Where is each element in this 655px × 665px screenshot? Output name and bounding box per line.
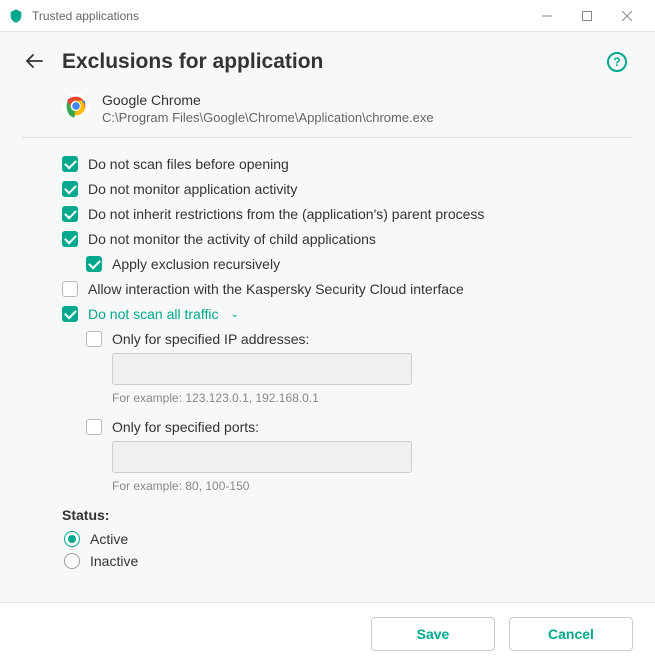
- application-path: C:\Program Files\Google\Chrome\Applicati…: [102, 110, 434, 125]
- option-label: Do not scan all traffic: [88, 306, 218, 322]
- chevron-down-icon: ⌄: [230, 309, 238, 320]
- help-icon[interactable]: ?: [607, 52, 627, 72]
- close-button[interactable]: [607, 2, 647, 30]
- minimize-button[interactable]: [527, 2, 567, 30]
- ports-input[interactable]: [112, 441, 412, 473]
- radio-icon: [64, 553, 80, 569]
- checkbox-icon: [62, 281, 78, 297]
- radio-label: Inactive: [90, 553, 138, 569]
- window-title: Trusted applications: [32, 9, 527, 23]
- checkbox-icon: [62, 206, 78, 222]
- option-ip-addresses[interactable]: Only for specified IP addresses:: [86, 331, 633, 347]
- checkbox-icon: [62, 181, 78, 197]
- save-button[interactable]: Save: [371, 617, 495, 651]
- back-arrow-icon[interactable]: [22, 51, 46, 74]
- option-label: Do not monitor application activity: [88, 181, 297, 197]
- traffic-ports-block: Only for specified ports: For example: 8…: [86, 419, 633, 493]
- radio-label: Active: [90, 531, 128, 547]
- application-info: Google Chrome C:\Program Files\Google\Ch…: [102, 92, 434, 125]
- content-area: Exclusions for application ? Google Chro…: [0, 32, 655, 602]
- option-inherit-restrictions[interactable]: Do not inherit restrictions from the (ap…: [62, 206, 633, 222]
- option-ports[interactable]: Only for specified ports:: [86, 419, 633, 435]
- option-monitor-child[interactable]: Do not monitor the activity of child app…: [62, 231, 633, 247]
- option-label: Only for specified ports:: [112, 419, 259, 435]
- option-label: Only for specified IP addresses:: [112, 331, 309, 347]
- page-title: Exclusions for application: [62, 50, 591, 74]
- chrome-icon: [62, 92, 90, 120]
- shield-icon: [8, 8, 24, 24]
- footer: Save Cancel: [0, 602, 655, 665]
- option-label: Apply exclusion recursively: [112, 256, 280, 272]
- status-inactive[interactable]: Inactive: [64, 553, 633, 569]
- option-apply-recursively[interactable]: Apply exclusion recursively: [86, 256, 633, 272]
- status-active[interactable]: Active: [64, 531, 633, 547]
- checkbox-icon: [86, 256, 102, 272]
- option-label: Allow interaction with the Kaspersky Sec…: [88, 281, 464, 297]
- checkbox-icon: [86, 419, 102, 435]
- ip-addresses-input[interactable]: [112, 353, 412, 385]
- option-label: Do not monitor the activity of child app…: [88, 231, 376, 247]
- option-label: Do not scan files before opening: [88, 156, 289, 172]
- option-scan-before-opening[interactable]: Do not scan files before opening: [62, 156, 633, 172]
- titlebar: Trusted applications: [0, 0, 655, 32]
- checkbox-icon: [62, 231, 78, 247]
- traffic-ip-block: Only for specified IP addresses: For exa…: [86, 331, 633, 405]
- status-label: Status:: [62, 507, 633, 523]
- ip-hint: For example: 123.123.0.1, 192.168.0.1: [112, 391, 633, 405]
- option-allow-interaction[interactable]: Allow interaction with the Kaspersky Sec…: [62, 281, 633, 297]
- option-label: Do not inherit restrictions from the (ap…: [88, 206, 484, 222]
- application-block: Google Chrome C:\Program Files\Google\Ch…: [22, 92, 633, 138]
- application-name: Google Chrome: [102, 92, 434, 108]
- window-controls: [527, 2, 647, 30]
- header-row: Exclusions for application ?: [22, 50, 633, 74]
- maximize-button[interactable]: [567, 2, 607, 30]
- radio-icon: [64, 531, 80, 547]
- option-scan-traffic[interactable]: Do not scan all traffic ⌄: [62, 306, 633, 322]
- checkbox-icon: [86, 331, 102, 347]
- cancel-button[interactable]: Cancel: [509, 617, 633, 651]
- options-list: Do not scan files before opening Do not …: [22, 156, 633, 569]
- option-monitor-activity[interactable]: Do not monitor application activity: [62, 181, 633, 197]
- checkbox-icon: [62, 306, 78, 322]
- checkbox-icon: [62, 156, 78, 172]
- ports-hint: For example: 80, 100-150: [112, 479, 633, 493]
